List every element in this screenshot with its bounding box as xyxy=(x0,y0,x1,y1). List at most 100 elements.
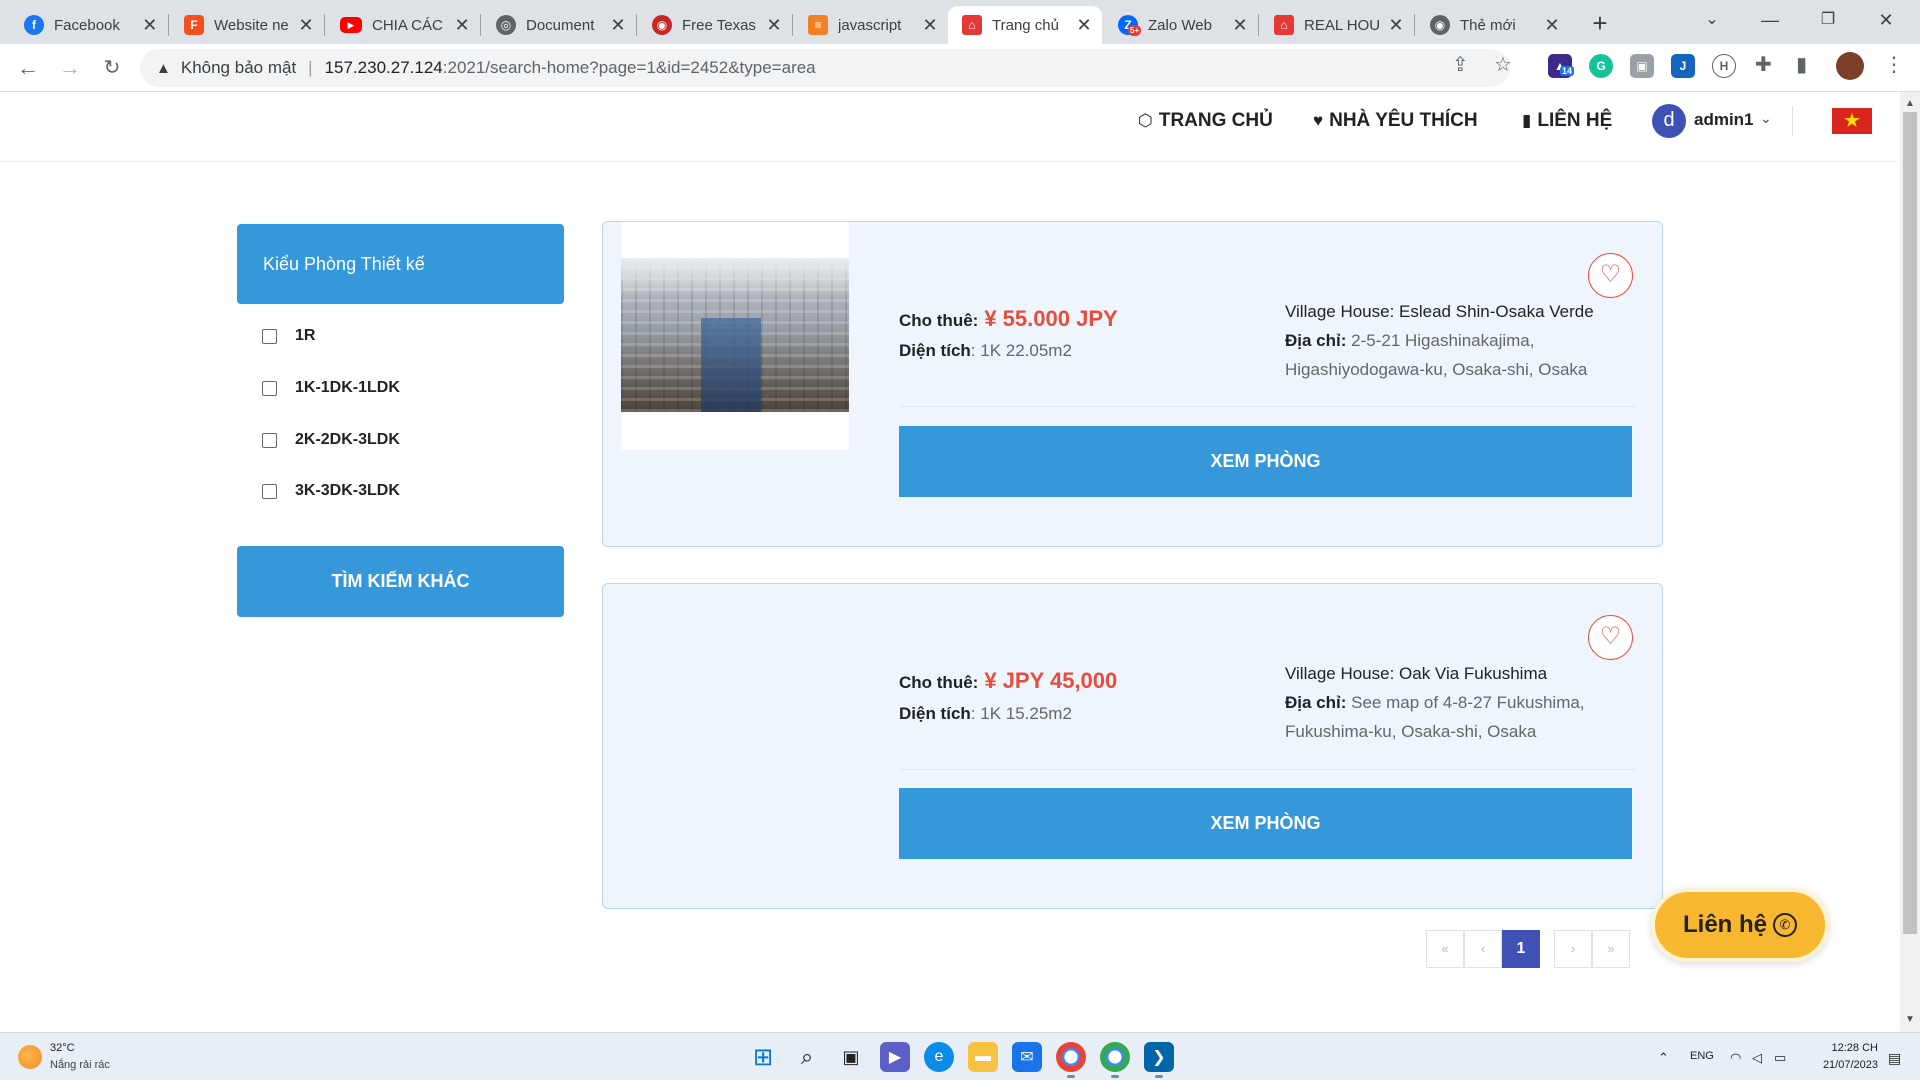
chrome-icon[interactable] xyxy=(1100,1042,1130,1078)
chrome-icon: ◉ xyxy=(1430,15,1450,35)
teams-icon[interactable]: ▶ xyxy=(880,1042,910,1072)
search-icon[interactable]: ⌕ xyxy=(792,1042,822,1072)
chevron-down-icon[interactable]: ⌄ xyxy=(1760,110,1772,127)
pagination-first[interactable]: « xyxy=(1426,930,1464,968)
weather-sun-icon[interactable] xyxy=(18,1045,42,1069)
close-icon[interactable]: ✕ xyxy=(766,15,782,36)
nav-favorites[interactable]: ♥ NHÀ YÊU THÍCH xyxy=(1313,110,1478,132)
nav-contact[interactable]: ▮ LIÊN HỆ xyxy=(1522,110,1612,132)
tab-facebook[interactable]: f Facebook ✕ xyxy=(10,6,168,44)
floating-contact-button[interactable]: Liên hệ ✆ xyxy=(1651,888,1829,962)
filter-option-1k[interactable]: 1K-1DK-1LDK xyxy=(262,376,400,400)
vscode-icon[interactable]: ❯ xyxy=(1144,1042,1174,1078)
pagination-next[interactable]: › xyxy=(1554,930,1592,968)
favorite-heart-icon[interactable]: ♡ xyxy=(1588,253,1633,298)
new-tab-button[interactable]: + xyxy=(1584,8,1616,40)
share-icon[interactable]: ⇪ xyxy=(1452,52,1469,77)
tray-chevron-up-icon[interactable]: ⌃ xyxy=(1658,1050,1669,1066)
file-explorer-icon[interactable]: ▬ xyxy=(968,1042,998,1072)
nav-label: NHÀ YÊU THÍCH xyxy=(1329,110,1478,131)
checkbox[interactable] xyxy=(262,483,277,499)
listing-thumbnail[interactable] xyxy=(621,584,849,812)
edge-icon[interactable]: e xyxy=(924,1042,954,1072)
listing-thumbnail[interactable] xyxy=(621,222,849,450)
view-room-button[interactable]: XEM PHÒNG xyxy=(899,426,1632,497)
close-icon[interactable]: ✕ xyxy=(610,15,626,36)
profile-avatar[interactable] xyxy=(1836,52,1864,80)
avatar[interactable]: d xyxy=(1652,104,1686,138)
filter-option-3k[interactable]: 3K-3DK-3LDK xyxy=(262,479,400,503)
tab-new[interactable]: ◉ Thẻ mới ✕ xyxy=(1416,6,1570,44)
tab-youtube[interactable]: ▶ CHIA CÁC ✕ xyxy=(326,6,480,44)
address-bar[interactable]: ▲ Không bảo mật | 157.230.27.124 :2021/s… xyxy=(140,49,1510,87)
close-icon[interactable]: ✕ xyxy=(454,15,470,36)
close-icon[interactable]: ✕ xyxy=(298,15,314,36)
scrollbar-thumb[interactable] xyxy=(1903,112,1917,934)
vietnam-flag-icon[interactable]: ★ xyxy=(1832,108,1872,134)
extension-j-icon[interactable]: J xyxy=(1671,54,1695,78)
tab-document[interactable]: ◎ Document ✕ xyxy=(482,6,636,44)
extension-graduation-icon[interactable]: ▲ 14 xyxy=(1548,54,1575,78)
reload-icon[interactable]: ↻ xyxy=(96,52,128,84)
clock-time[interactable]: 12:28 CH xyxy=(1826,1042,1878,1054)
chrome-icon[interactable] xyxy=(1056,1042,1086,1078)
side-panel-icon[interactable]: ▮ xyxy=(1796,52,1807,77)
contact-label: Liên hệ xyxy=(1682,911,1767,938)
favorite-heart-icon[interactable]: ♡ xyxy=(1588,615,1633,660)
close-icon[interactable]: ✕ xyxy=(1076,15,1092,36)
close-window-icon[interactable]: ✕ xyxy=(1858,0,1914,40)
grammarly-icon[interactable]: G xyxy=(1589,54,1613,78)
extension-image-icon[interactable]: ▣ xyxy=(1630,54,1654,78)
tab-zalo[interactable]: Z 5+ Zalo Web ✕ xyxy=(1104,6,1258,44)
extensions-puzzle-icon[interactable]: ✚ xyxy=(1755,52,1772,77)
scroll-up-icon[interactable]: ▲ xyxy=(1900,94,1920,114)
tab-separator xyxy=(1414,14,1415,36)
scroll-down-icon[interactable]: ▼ xyxy=(1900,1010,1920,1030)
weather-description[interactable]: Nắng rải rác xyxy=(50,1059,110,1071)
tab-free-texas[interactable]: ◉ Free Texas ✕ xyxy=(638,6,792,44)
tab-trang-chu[interactable]: ⌂ Trang chủ ✕ xyxy=(948,6,1102,44)
task-view-icon[interactable]: ▣ xyxy=(836,1042,866,1072)
pagination-prev[interactable]: ‹ xyxy=(1464,930,1502,968)
tab-real-house[interactable]: ⌂ REAL HOU ✕ xyxy=(1260,6,1414,44)
close-icon[interactable]: ✕ xyxy=(1388,15,1404,36)
checkbox[interactable] xyxy=(262,380,277,396)
weather-temperature[interactable]: 32°C xyxy=(50,1042,75,1054)
tab-website[interactable]: F Website ne ✕ xyxy=(170,6,324,44)
forward-icon[interactable]: → xyxy=(54,52,86,84)
view-room-button[interactable]: XEM PHÒNG xyxy=(899,788,1632,859)
security-label[interactable]: Không bảo mật xyxy=(181,58,296,78)
close-icon[interactable]: ✕ xyxy=(1544,15,1560,36)
checkbox[interactable] xyxy=(262,328,277,344)
filter-option-1r[interactable]: 1R xyxy=(262,324,315,348)
warning-icon[interactable]: ▲ xyxy=(156,60,171,77)
building-photo[interactable] xyxy=(621,258,849,412)
windows-start-icon[interactable]: ⊞ xyxy=(748,1042,778,1072)
language-indicator[interactable]: ENG xyxy=(1690,1050,1714,1062)
menu-kebab-icon[interactable]: ⋮ xyxy=(1884,52,1904,77)
pagination-last[interactable]: » xyxy=(1592,930,1630,968)
whatsapp-icon: ✆ xyxy=(1773,913,1797,937)
notification-icon[interactable]: ▤ xyxy=(1888,1050,1901,1067)
search-other-button[interactable]: TÌM KIẾM KHÁC xyxy=(237,546,564,617)
tab-javascript[interactable]: ≡ javascript ✕ xyxy=(794,6,948,44)
wifi-icon[interactable]: ◠ xyxy=(1730,1050,1741,1066)
close-icon[interactable]: ✕ xyxy=(922,15,938,36)
battery-icon[interactable]: ▭ xyxy=(1774,1050,1786,1066)
minimize-icon[interactable]: — xyxy=(1742,0,1798,40)
close-icon[interactable]: ✕ xyxy=(1232,15,1248,36)
bookmark-star-icon[interactable]: ☆ xyxy=(1494,52,1512,77)
checkbox[interactable] xyxy=(262,432,277,448)
nav-home[interactable]: ⬡ TRANG CHỦ xyxy=(1138,110,1273,132)
mail-icon[interactable]: ✉ xyxy=(1012,1042,1042,1072)
tab-search-icon[interactable]: ⌄ xyxy=(1684,0,1740,40)
pagination-current-page[interactable]: 1 xyxy=(1502,930,1540,968)
user-name[interactable]: admin1 xyxy=(1694,110,1754,130)
filter-option-2k[interactable]: 2K-2DK-3LDK xyxy=(262,428,400,452)
restore-icon[interactable]: ❐ xyxy=(1800,0,1856,40)
back-icon[interactable]: ← xyxy=(12,52,44,84)
extension-h-icon[interactable]: H xyxy=(1712,54,1736,78)
close-icon[interactable]: ✕ xyxy=(141,15,158,36)
clock-date[interactable]: 21/07/2023 xyxy=(1814,1059,1878,1071)
volume-icon[interactable]: ◁ xyxy=(1752,1050,1762,1066)
